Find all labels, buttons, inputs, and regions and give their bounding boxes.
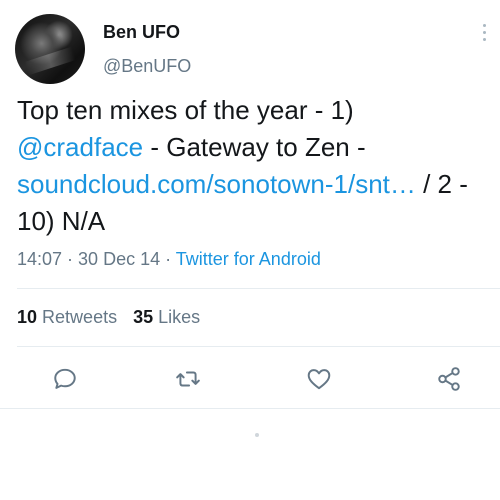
likes-count: 35	[133, 307, 154, 327]
loading-dot	[255, 433, 259, 437]
user-handle[interactable]: @BenUFO	[103, 56, 191, 77]
more-vertical-icon[interactable]	[480, 24, 490, 48]
tweet-text: Top ten mixes of the year - 1) @cradface…	[17, 92, 487, 240]
tweet-date: 30 Dec 14	[78, 249, 161, 269]
tweet-header: Ben UFO @BenUFO	[0, 0, 500, 90]
meta-separator: ·	[160, 249, 176, 269]
retweet-button[interactable]	[175, 366, 201, 392]
avatar[interactable]	[15, 14, 85, 84]
url-link[interactable]: soundcloud.com/sonotown-1/snt…	[17, 169, 416, 199]
likes-label: Likes	[158, 307, 201, 327]
divider	[17, 288, 500, 289]
tweet-stats: 10 Retweets 35 Likes	[17, 307, 200, 328]
retweets-count: 10	[17, 307, 38, 327]
retweets-stat[interactable]: 10 Retweets	[17, 307, 117, 327]
divider	[0, 408, 500, 409]
mention-link[interactable]: @cradface	[17, 132, 143, 162]
tweet-source-link[interactable]: Twitter for Android	[176, 249, 321, 269]
tweet-text-part: - Gateway to Zen -	[143, 132, 366, 162]
tweet-text-part: Top ten mixes of the year - 1)	[17, 95, 354, 125]
likes-stat[interactable]: 35 Likes	[133, 307, 200, 327]
share-button[interactable]	[436, 366, 462, 392]
reply-icon	[54, 368, 76, 389]
meta-separator: ·	[62, 249, 79, 269]
share-icon	[438, 367, 460, 391]
retweet-icon	[176, 371, 200, 387]
reply-button[interactable]	[52, 366, 78, 392]
divider	[17, 346, 500, 347]
display-name[interactable]: Ben UFO	[103, 22, 180, 43]
tweet-meta: 14:07 · 30 Dec 14 · Twitter for Android	[17, 249, 321, 270]
retweets-label: Retweets	[42, 307, 118, 327]
heart-icon	[307, 369, 331, 390]
tweet-time: 14:07	[17, 249, 63, 269]
like-button[interactable]	[306, 366, 332, 392]
